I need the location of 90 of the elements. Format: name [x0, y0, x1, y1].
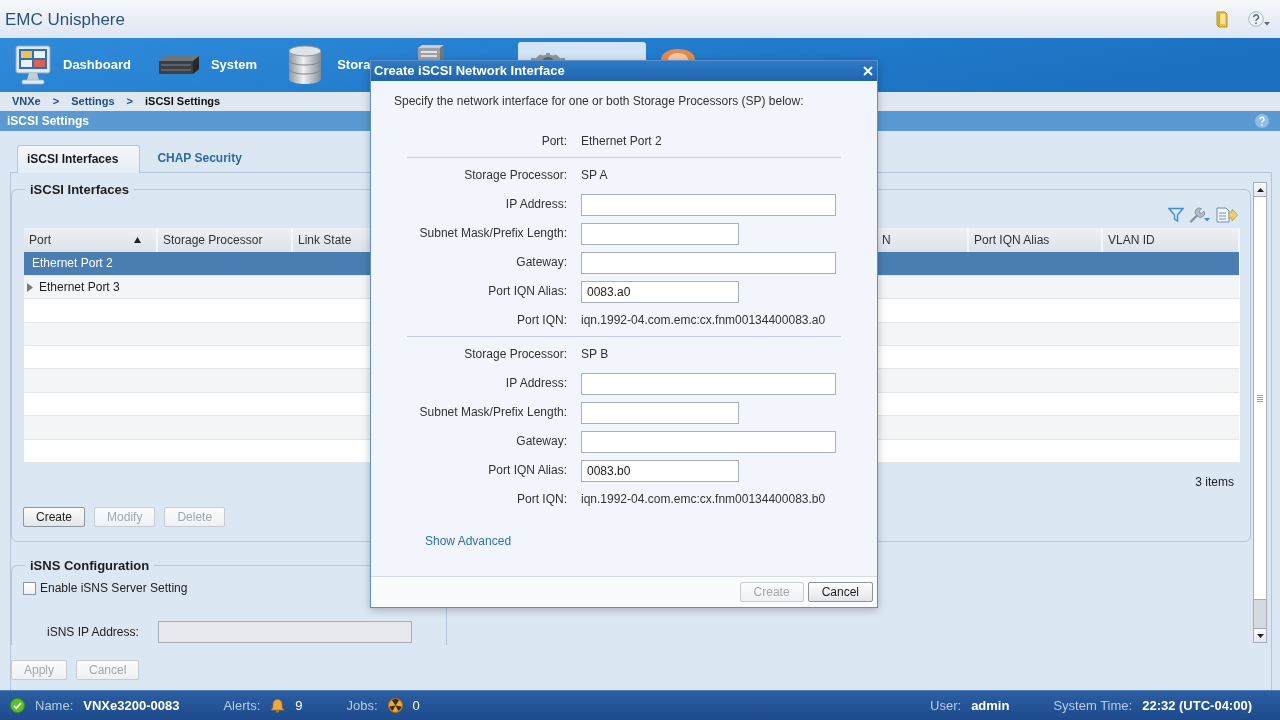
status-label: User: — [930, 697, 962, 714]
field-value: iqn.1992-04.com.emc:cx.fnm00134400083.b0 — [581, 492, 826, 507]
breadcrumb-link[interactable]: Settings — [71, 94, 115, 109]
checkbox-label[interactable]: Enable iSNS Server Setting — [40, 581, 188, 596]
field-label: iSNS IP Address: — [47, 625, 139, 640]
app-title: EMC Unisphere — [5, 8, 125, 30]
field-value: SP A — [581, 168, 608, 183]
show-advanced-link[interactable]: Show Advanced — [425, 534, 512, 548]
nav-tab[interactable] — [518, 42, 647, 60]
field-label: Storage Processor: — [464, 168, 567, 183]
field-label: Gateway: — [516, 255, 567, 270]
help-icon[interactable] — [1248, 11, 1270, 27]
status-value: 22:32 (UTC-04:00) — [1142, 697, 1252, 714]
status-label: Name: — [35, 697, 74, 714]
disk-enclosure-icon — [157, 55, 200, 75]
scrollbar[interactable] — [1253, 182, 1267, 643]
column-header[interactable]: Link State — [298, 232, 352, 248]
nav-tab[interactable]: Stora — [288, 45, 371, 85]
close-icon[interactable] — [863, 66, 873, 76]
input-field[interactable] — [581, 430, 836, 453]
scrollbar-thumb[interactable] — [1254, 197, 1266, 600]
port-name: Ethernet Port 3 — [39, 279, 120, 295]
field-label: Port: — [541, 134, 567, 149]
field-label: IP Address: — [505, 376, 567, 391]
status-value: 9 — [295, 697, 303, 714]
scroll-up-button[interactable] — [1254, 183, 1266, 197]
hazard-icon[interactable] — [387, 698, 403, 713]
book-icon[interactable] — [1216, 10, 1228, 28]
expand-icon[interactable] — [27, 282, 33, 292]
column-header[interactable]: Port — [29, 232, 51, 248]
breadcrumb-link[interactable]: VNXe — [12, 94, 41, 109]
page-title: iSCSI Settings — [7, 113, 89, 129]
dialog-title: Create iSCSI Network Interface — [374, 63, 565, 79]
server-icon — [418, 45, 445, 60]
nav-tab[interactable] — [661, 49, 696, 60]
field-value: SP B — [581, 347, 609, 362]
nav-tab[interactable]: Dashboard — [15, 45, 131, 85]
field-label: Port IQN: — [517, 313, 567, 328]
status-label: System Time: — [1053, 697, 1133, 714]
field-value: Ethernet Port 2 — [581, 134, 662, 149]
help-icon[interactable] — [1255, 114, 1269, 128]
input-field[interactable] — [581, 401, 739, 424]
group-title: iSCSI Interfaces — [29, 182, 130, 197]
field-label: Gateway: — [516, 434, 567, 449]
bell-icon[interactable] — [270, 698, 286, 713]
status-label: Alerts: — [223, 697, 261, 714]
breadcrumb-separator: > — [126, 94, 134, 109]
field-label: IP Address: — [505, 197, 567, 212]
input-field[interactable] — [581, 372, 836, 395]
input-field[interactable] — [581, 193, 836, 216]
dialog-intro: Specify the network interface for one or both Storage Processors (SP) below: — [394, 94, 805, 108]
field-label: Port IQN: — [517, 492, 567, 507]
check-circle-icon — [10, 698, 25, 713]
field-label: Port IQN Alias: — [488, 284, 567, 299]
input-field[interactable]: 0083.b0 — [581, 459, 739, 482]
scroll-down-button[interactable] — [1254, 628, 1266, 642]
item-count: 3 items — [1195, 475, 1234, 489]
status-label: Jobs: — [346, 697, 378, 714]
gear-icon — [531, 53, 566, 60]
field-label: Port IQN Alias: — [488, 463, 567, 478]
checkbox[interactable] — [23, 581, 36, 595]
filter-icon[interactable] — [1168, 207, 1184, 223]
cancel-button[interactable]: Cancel — [807, 582, 873, 602]
caret-up-icon — [1256, 187, 1264, 192]
create-button[interactable]: Create — [23, 507, 86, 527]
tab[interactable]: iSCSI Interfaces — [17, 145, 141, 173]
breadcrumb-current: iSCSI Settings — [145, 94, 221, 109]
status-value: VNXe3200-0083 — [83, 697, 180, 714]
field-label: Subnet Mask/Prefix Length: — [419, 226, 567, 241]
caret-down-icon — [1256, 633, 1264, 638]
input-field[interactable] — [581, 251, 836, 274]
input-field[interactable] — [581, 222, 739, 245]
input-field[interactable]: 0083.a0 — [581, 280, 739, 303]
breadcrumb-separator: > — [52, 94, 60, 109]
field-label: Storage Processor: — [464, 347, 567, 362]
status-value: 0 — [412, 697, 420, 714]
tab[interactable]: CHAP Security — [143, 145, 256, 172]
field-value: iqn.1992-04.com.emc:cx.fnm00134400083.a0 — [581, 313, 826, 328]
monitor-icon — [15, 45, 51, 85]
field-label: Subnet Mask/Prefix Length: — [419, 405, 567, 420]
export-icon[interactable] — [1216, 207, 1238, 223]
status-value: admin — [971, 697, 1010, 714]
grip-icon — [1257, 394, 1263, 402]
group-title: iSNS Configuration — [29, 558, 151, 573]
port-name: Ethernet Port 2 — [32, 256, 113, 271]
nav-tab[interactable]: System — [157, 55, 258, 75]
wrench-icon[interactable] — [1189, 207, 1211, 223]
nav-tab[interactable] — [418, 45, 445, 60]
column-header[interactable]: N — [882, 232, 891, 248]
database-icon — [288, 45, 323, 85]
